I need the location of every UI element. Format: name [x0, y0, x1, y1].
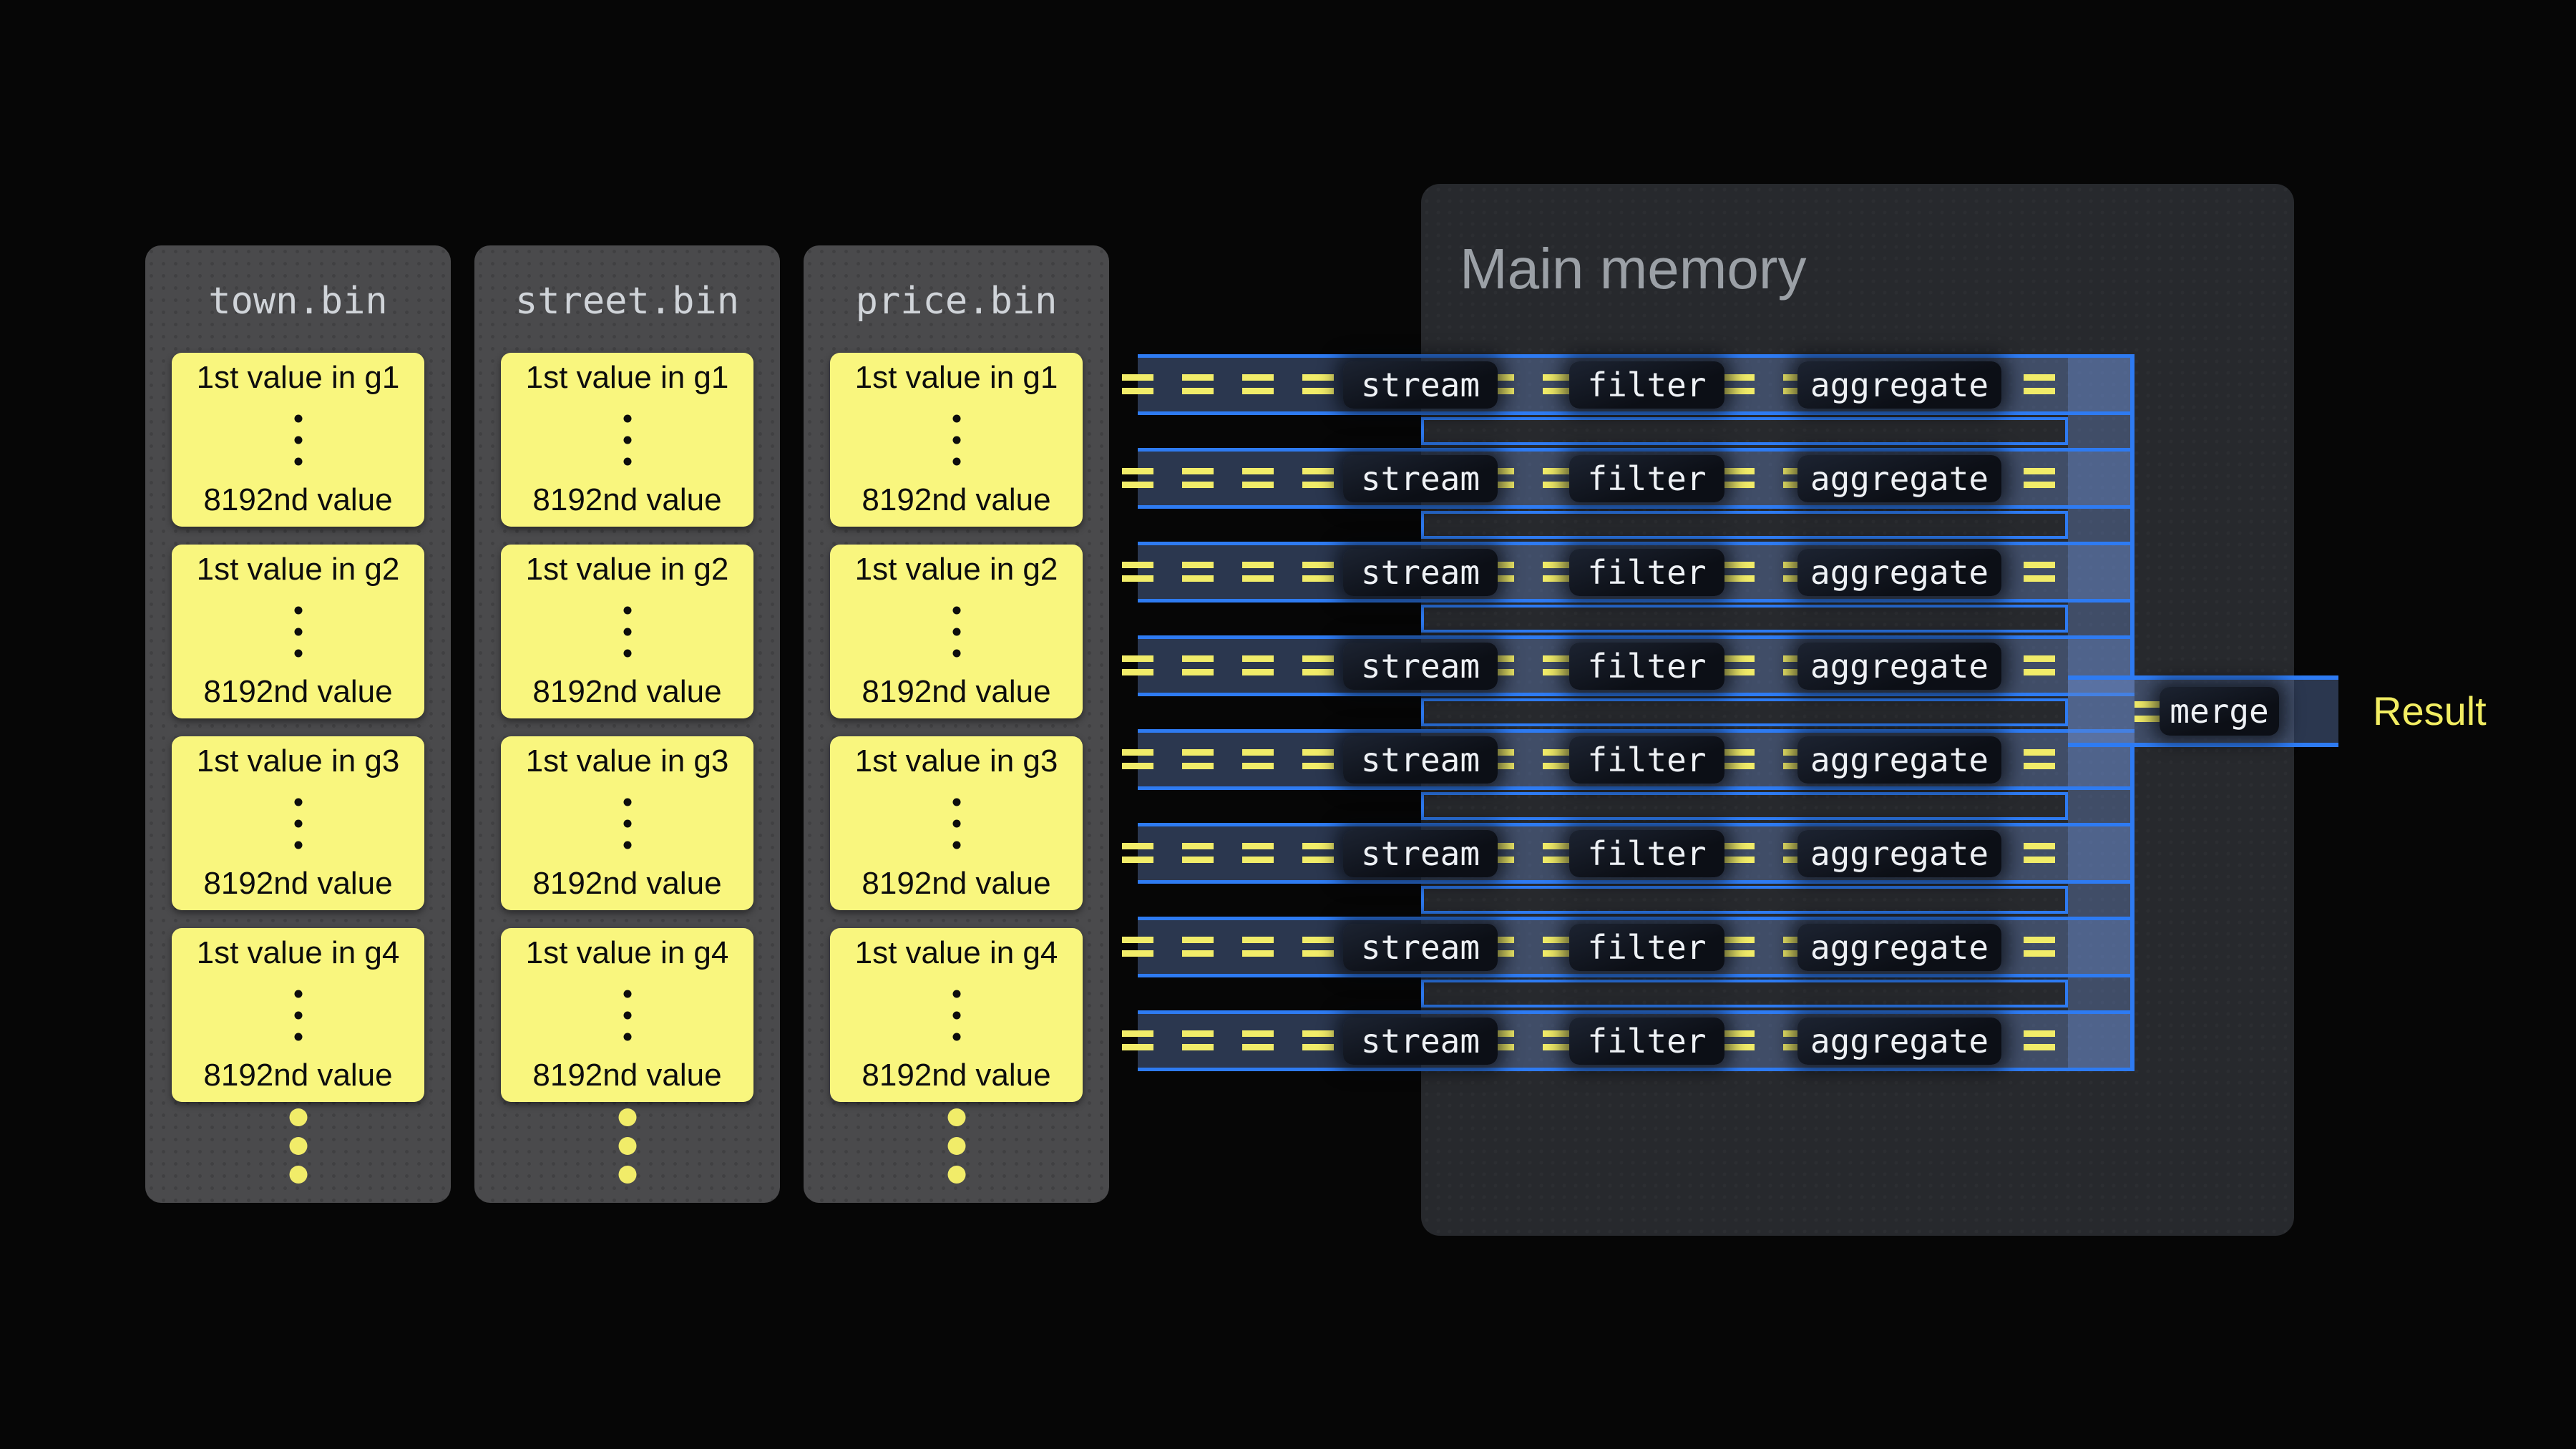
- ellipsis-dots-icon: [294, 990, 302, 1040]
- filter-badge: filter: [1569, 549, 1724, 596]
- aggregate-badge: aggregate: [1797, 549, 2001, 596]
- first-value-label: 1st value in g4: [501, 935, 753, 971]
- first-value-label: 1st value in g3: [830, 743, 1083, 779]
- ellipsis-dots-icon: [623, 798, 631, 849]
- value-group-block: 1st value in g2 8192nd value: [501, 545, 753, 718]
- more-groups-dots-icon: [947, 1108, 965, 1184]
- filter-badge: filter: [1569, 643, 1724, 690]
- last-value-label: 8192nd value: [172, 674, 424, 710]
- last-value-label: 8192nd value: [830, 1058, 1083, 1093]
- stream-badge: stream: [1343, 455, 1498, 502]
- stream-badge: stream: [1343, 924, 1498, 971]
- pipeline-spine-border: [2130, 354, 2135, 675]
- value-group-block: 1st value in g3 8192nd value: [172, 736, 424, 910]
- file-column-header: price.bin: [804, 280, 1109, 323]
- ellipsis-dots-icon: [623, 606, 631, 657]
- last-value-label: 8192nd value: [830, 482, 1083, 518]
- ellipsis-dots-icon: [623, 414, 631, 465]
- value-group-block: 1st value in g3 8192nd value: [830, 736, 1083, 910]
- ellipsis-dots-icon: [623, 990, 631, 1040]
- ellipsis-dots-icon: [294, 798, 302, 849]
- filter-badge: filter: [1569, 455, 1724, 502]
- result-label: Result: [2373, 688, 2487, 734]
- last-value-label: 8192nd value: [830, 674, 1083, 710]
- stream-badge: stream: [1343, 736, 1498, 784]
- file-column: town.bin 1st value in g1 8192nd value 1s…: [145, 245, 451, 1203]
- main-memory-title: Main memory: [1460, 236, 1807, 302]
- buffer-box: [1421, 605, 2068, 633]
- value-group-block: 1st value in g3 8192nd value: [501, 736, 753, 910]
- stream-badge: stream: [1343, 361, 1498, 409]
- last-value-label: 8192nd value: [501, 1058, 753, 1093]
- merge-badge: merge: [2160, 687, 2279, 736]
- value-group-block: 1st value in g4 8192nd value: [172, 928, 424, 1102]
- filter-badge: filter: [1569, 830, 1724, 877]
- buffer-box: [1421, 698, 2068, 726]
- first-value-label: 1st value in g3: [501, 743, 753, 779]
- filter-badge: filter: [1569, 361, 1724, 409]
- pipeline-spine-border: [2130, 747, 2135, 1071]
- last-value-label: 8192nd value: [830, 866, 1083, 902]
- stream-badge: stream: [1343, 1018, 1498, 1065]
- ellipsis-dots-icon: [952, 606, 960, 657]
- ellipsis-dots-icon: [294, 606, 302, 657]
- aggregate-badge: aggregate: [1797, 643, 2001, 690]
- first-value-label: 1st value in g1: [830, 360, 1083, 396]
- columnar-query-pipeline-diagram: Main memory town.bin 1st value in g1 819…: [0, 0, 2576, 1449]
- ellipsis-dots-icon: [952, 414, 960, 465]
- first-value-label: 1st value in g1: [501, 360, 753, 396]
- first-value-label: 1st value in g2: [501, 552, 753, 587]
- last-value-label: 8192nd value: [501, 674, 753, 710]
- value-group-block: 1st value in g1 8192nd value: [501, 353, 753, 527]
- aggregate-badge: aggregate: [1797, 736, 2001, 784]
- more-groups-dots-icon: [618, 1108, 636, 1184]
- value-group-block: 1st value in g2 8192nd value: [830, 545, 1083, 718]
- more-groups-dots-icon: [289, 1108, 307, 1184]
- value-group-block: 1st value in g2 8192nd value: [172, 545, 424, 718]
- value-group-block: 1st value in g1 8192nd value: [830, 353, 1083, 527]
- first-value-label: 1st value in g4: [172, 935, 424, 971]
- last-value-label: 8192nd value: [501, 866, 753, 902]
- stream-badge: stream: [1343, 830, 1498, 877]
- stream-badge: stream: [1343, 549, 1498, 596]
- aggregate-badge: aggregate: [1797, 830, 2001, 877]
- file-column-header: street.bin: [474, 280, 780, 323]
- file-column-header: town.bin: [145, 280, 451, 323]
- first-value-label: 1st value in g2: [172, 552, 424, 587]
- last-value-label: 8192nd value: [501, 482, 753, 518]
- buffer-box: [1421, 980, 2068, 1008]
- buffer-box: [1421, 792, 2068, 820]
- stream-badge: stream: [1343, 643, 1498, 690]
- value-group-block: 1st value in g1 8192nd value: [172, 353, 424, 527]
- ellipsis-dots-icon: [294, 414, 302, 465]
- aggregate-badge: aggregate: [1797, 455, 2001, 502]
- first-value-label: 1st value in g4: [830, 935, 1083, 971]
- value-group-block: 1st value in g4 8192nd value: [501, 928, 753, 1102]
- filter-badge: filter: [1569, 1018, 1724, 1065]
- last-value-label: 8192nd value: [172, 1058, 424, 1093]
- ellipsis-dots-icon: [952, 798, 960, 849]
- ellipsis-dots-icon: [952, 990, 960, 1040]
- last-value-label: 8192nd value: [172, 866, 424, 902]
- buffer-box: [1421, 417, 2068, 445]
- filter-badge: filter: [1569, 736, 1724, 784]
- buffer-box: [1421, 886, 2068, 914]
- filter-badge: filter: [1569, 924, 1724, 971]
- buffer-box: [1421, 511, 2068, 539]
- value-group-block: 1st value in g4 8192nd value: [830, 928, 1083, 1102]
- first-value-label: 1st value in g2: [830, 552, 1083, 587]
- first-value-label: 1st value in g1: [172, 360, 424, 396]
- aggregate-badge: aggregate: [1797, 924, 2001, 971]
- last-value-label: 8192nd value: [172, 482, 424, 518]
- aggregate-badge: aggregate: [1797, 361, 2001, 409]
- file-column: price.bin 1st value in g1 8192nd value 1…: [804, 245, 1109, 1203]
- first-value-label: 1st value in g3: [172, 743, 424, 779]
- aggregate-badge: aggregate: [1797, 1018, 2001, 1065]
- file-column: street.bin 1st value in g1 8192nd value …: [474, 245, 780, 1203]
